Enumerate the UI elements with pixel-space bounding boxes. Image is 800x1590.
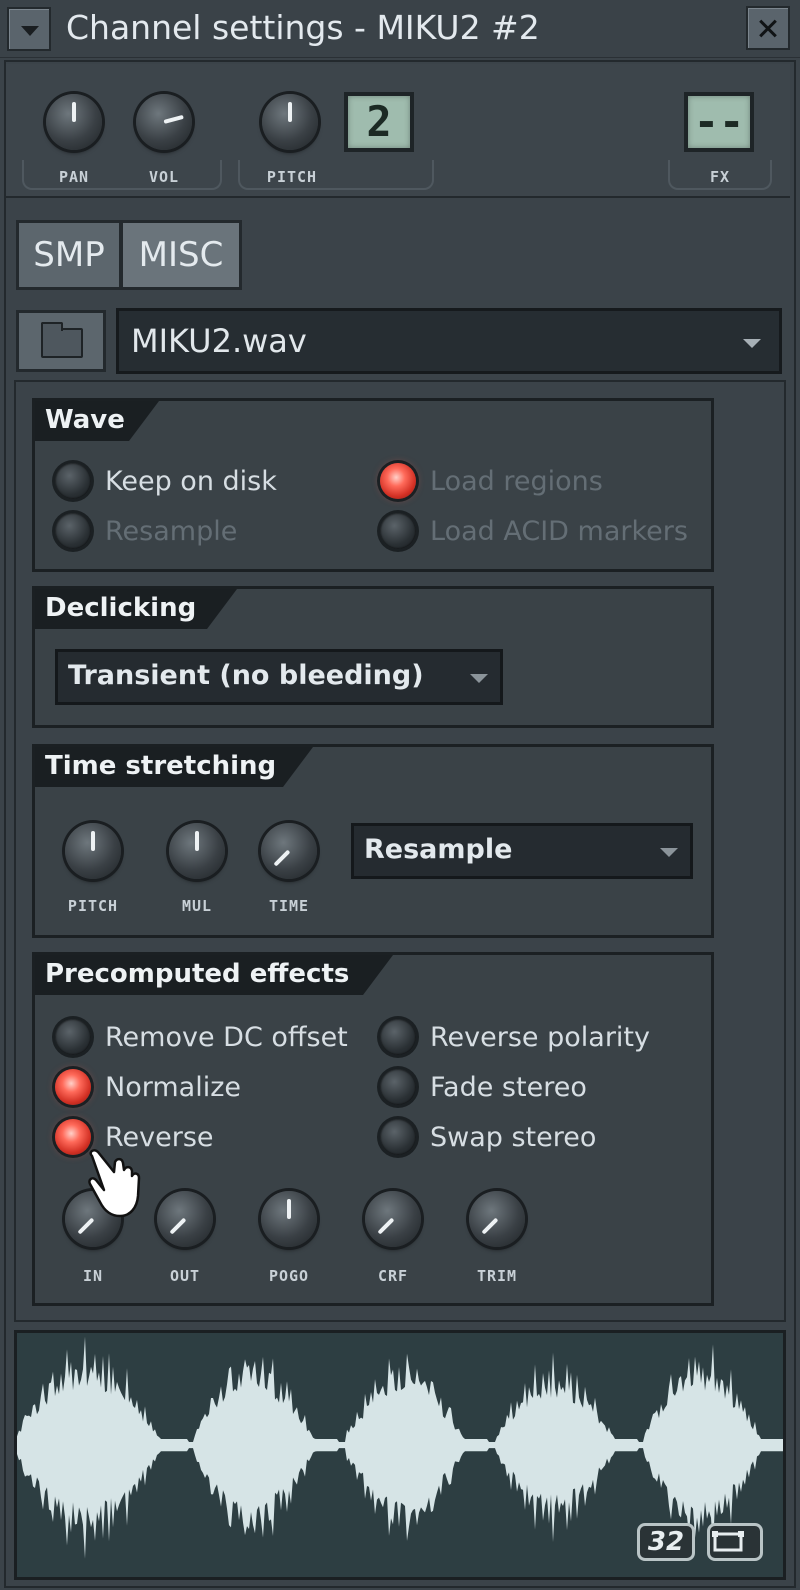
remove-dc-offset-option[interactable]: Remove DC offset (55, 1019, 348, 1055)
load-regions-label: Load regions (430, 465, 603, 497)
stretch-pitch-label: PITCH (67, 897, 119, 915)
zoom-level-button[interactable]: 32 (637, 1523, 695, 1561)
tab-misc[interactable]: MISC (120, 220, 242, 290)
resample-option[interactable]: Resample (55, 513, 237, 549)
stretch-method-select[interactable]: Resample (351, 823, 693, 879)
in-label: IN (82, 1267, 104, 1285)
volume-knob[interactable] (136, 94, 192, 150)
stretch-time-knob[interactable] (261, 823, 317, 879)
load-acid-markers-option[interactable]: Load ACID markers (380, 513, 688, 549)
normalize-option[interactable]: Normalize (55, 1069, 241, 1105)
pitch-range-display[interactable]: 2 (344, 92, 414, 152)
wave-section: Wave Keep on disk Resample Load regions … (32, 398, 714, 572)
precomputed-effects-section: Precomputed effects Remove DC offset Nor… (32, 952, 714, 1306)
declicking-mode-value: Transient (no bleeding) (68, 660, 424, 691)
browse-folder-button[interactable] (16, 310, 106, 372)
time-stretching-section: Time stretching PITCH MUL TIME Resample (32, 744, 714, 938)
declicking-mode-select[interactable]: Transient (no bleeding) (55, 649, 503, 705)
fx-label: FX (709, 168, 731, 186)
vol-label: VOL (148, 168, 180, 186)
sample-waveform-display[interactable]: 32 (14, 1330, 786, 1580)
load-acid-markers-led[interactable] (380, 513, 416, 549)
load-regions-option[interactable]: Load regions (380, 463, 603, 499)
folder-icon (41, 322, 83, 358)
fade-stereo-label: Fade stereo (430, 1071, 587, 1103)
window-title: Channel settings - MIKU2 #2 (66, 8, 540, 47)
load-acid-markers-label: Load ACID markers (430, 515, 688, 547)
window-icon (712, 1531, 744, 1552)
swap-stereo-label: Swap stereo (430, 1121, 597, 1153)
chevron-down-icon (660, 848, 678, 857)
resample-label: Resample (105, 515, 238, 547)
trim-label: TRIM (476, 1267, 518, 1285)
stretch-mul-knob[interactable] (169, 823, 225, 879)
resample-led[interactable] (55, 513, 91, 549)
reverse-polarity-option[interactable]: Reverse polarity (380, 1019, 650, 1055)
window-menu-button[interactable] (7, 7, 51, 51)
swap-stereo-option[interactable]: Swap stereo (380, 1119, 596, 1155)
fade-stereo-led[interactable] (380, 1069, 416, 1105)
crf-knob[interactable] (365, 1191, 421, 1247)
pan-knob[interactable] (46, 94, 102, 150)
section-title: Precomputed effects (35, 955, 393, 995)
declicking-section: Declicking Transient (no bleeding) (32, 586, 714, 728)
chevron-down-icon (743, 339, 761, 348)
hand-cursor-icon (88, 1149, 141, 1218)
stretch-method-value: Resample (364, 834, 513, 865)
reverse-polarity-led[interactable] (380, 1019, 416, 1055)
section-title: Time stretching (35, 747, 313, 787)
stretch-time-label: TIME (268, 897, 310, 915)
keep-on-disk-label: Keep on disk (105, 465, 277, 497)
swap-stereo-led[interactable] (380, 1119, 416, 1155)
fade-stereo-option[interactable]: Fade stereo (380, 1069, 587, 1105)
reverse-polarity-label: Reverse polarity (430, 1021, 650, 1053)
normalize-led[interactable] (55, 1069, 91, 1105)
chevron-down-icon (470, 674, 488, 683)
pogo-label: POGO (268, 1267, 310, 1285)
normalize-label: Normalize (105, 1071, 241, 1103)
section-title: Declicking (35, 589, 237, 629)
stretch-pitch-knob[interactable] (65, 823, 121, 879)
stretch-mul-label: MUL (181, 897, 213, 915)
pitch-knob[interactable] (262, 94, 318, 150)
load-regions-led[interactable] (380, 463, 416, 499)
trim-knob[interactable] (469, 1191, 525, 1247)
waveform-options-button[interactable] (707, 1523, 763, 1561)
channel-knob-strip: PAN VOL PITCH FX 2 -- (6, 64, 790, 198)
fx-channel-display[interactable]: -- (684, 92, 754, 152)
pogo-knob[interactable] (261, 1191, 317, 1247)
pitch-label: PITCH (266, 168, 318, 186)
out-knob[interactable] (157, 1191, 213, 1247)
pan-label: PAN (58, 168, 90, 186)
crf-label: CRF (377, 1267, 409, 1285)
keep-on-disk-option[interactable]: Keep on disk (55, 463, 277, 499)
sample-file-select[interactable]: MIKU2.wav (116, 308, 782, 374)
sample-file-name: MIKU2.wav (131, 322, 307, 360)
remove-dc-offset-led[interactable] (55, 1019, 91, 1055)
remove-dc-offset-label: Remove DC offset (105, 1021, 348, 1053)
tab-smp[interactable]: SMP (16, 220, 122, 290)
section-title: Wave (35, 401, 159, 441)
out-label: OUT (169, 1267, 201, 1285)
close-button[interactable] (746, 6, 790, 50)
keep-on-disk-led[interactable] (55, 463, 91, 499)
title-bar: Channel settings - MIKU2 #2 (0, 0, 800, 58)
